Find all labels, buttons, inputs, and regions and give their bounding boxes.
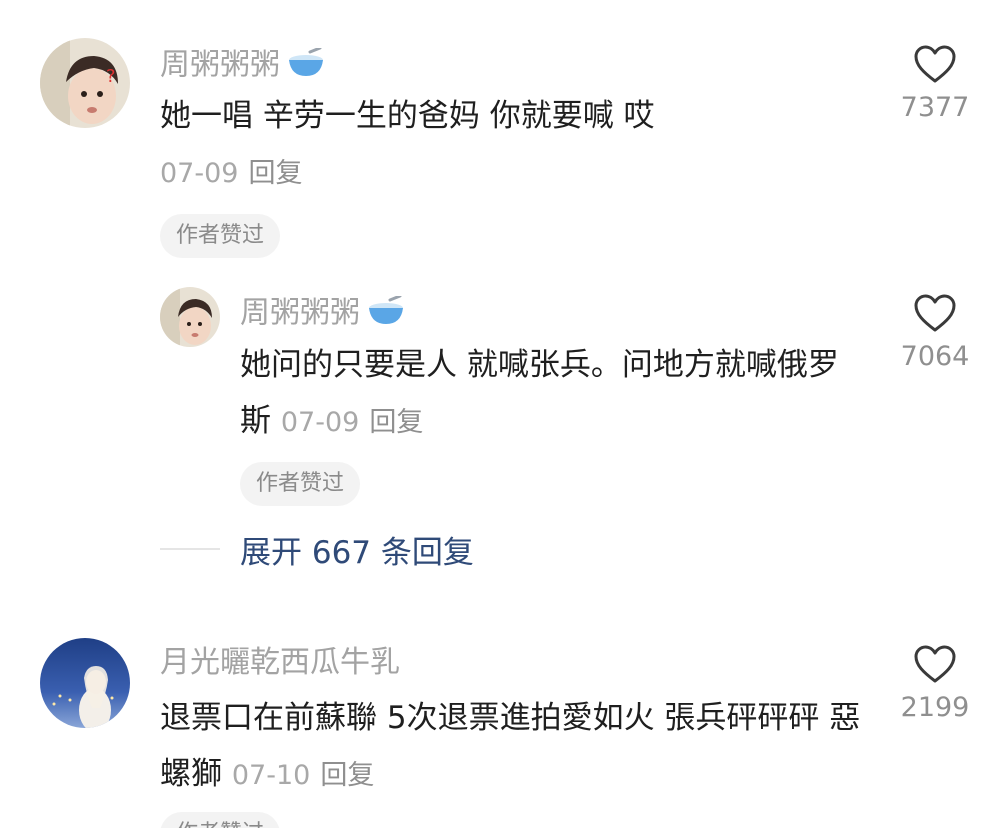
comment-username[interactable]: 周粥粥粥	[160, 46, 326, 84]
expand-replies-button[interactable]: 展开 667 条回复	[160, 525, 474, 573]
author-liked-badge: 作者赞过	[160, 812, 281, 828]
expand-replies-label[interactable]: 展开 667 条回复	[240, 527, 474, 572]
author-liked-badge: 作者赞过	[240, 462, 361, 506]
comment-meta: 07-09 回复	[160, 146, 302, 202]
bowl-emoji-icon	[366, 294, 406, 332]
like-button[interactable]: 2199	[880, 644, 990, 721]
like-button[interactable]: 7064	[880, 293, 990, 370]
comment-username[interactable]: 周粥粥粥	[240, 294, 406, 332]
heart-icon[interactable]	[913, 44, 957, 84]
avatar[interactable]: ?	[40, 38, 130, 128]
avatar[interactable]	[160, 287, 220, 347]
like-count: 7064	[900, 341, 970, 372]
comment-meta: 07-10 回复	[232, 760, 374, 791]
reply-button[interactable]: 回复	[369, 407, 423, 438]
author-liked-badge: 作者赞过	[160, 214, 281, 258]
like-count: 2199	[900, 692, 970, 723]
comment-date: 07-10	[231, 760, 311, 791]
avatar[interactable]	[40, 638, 130, 728]
like-count: 7377	[900, 92, 970, 123]
reply-button[interactable]: 回复	[320, 760, 374, 791]
divider-line	[160, 548, 220, 550]
comment-text: 退票口在前蘇聯 5次退票進拍愛如火 張兵砰砰砰 惡螺獅 07-10 回复	[160, 700, 861, 792]
comment-section: ? 周粥粥粥 她一唱 辛劳一生的爸妈 你就要喊 哎 07-09 回复 作者赞过 7…	[0, 0, 1000, 828]
bowl-emoji-icon	[286, 46, 326, 84]
comment-text: 她一唱 辛劳一生的爸妈 你就要喊 哎	[160, 98, 655, 134]
heart-icon[interactable]	[913, 293, 957, 333]
reply-button[interactable]: 回复	[248, 158, 302, 189]
svg-text:?: ?	[106, 66, 116, 87]
comment-username[interactable]: 月光曬乾西瓜牛乳	[160, 648, 400, 678]
like-button[interactable]: 7377	[880, 44, 990, 121]
comment-meta: 07-09 回复	[281, 407, 423, 438]
comment-text: 她问的只要是人 就喊张兵。问地方就喊俄罗斯 07-09 回复	[240, 347, 839, 439]
comment-date: 07-09	[160, 158, 239, 189]
comment-date: 07-09	[280, 407, 360, 438]
heart-icon[interactable]	[913, 644, 957, 684]
